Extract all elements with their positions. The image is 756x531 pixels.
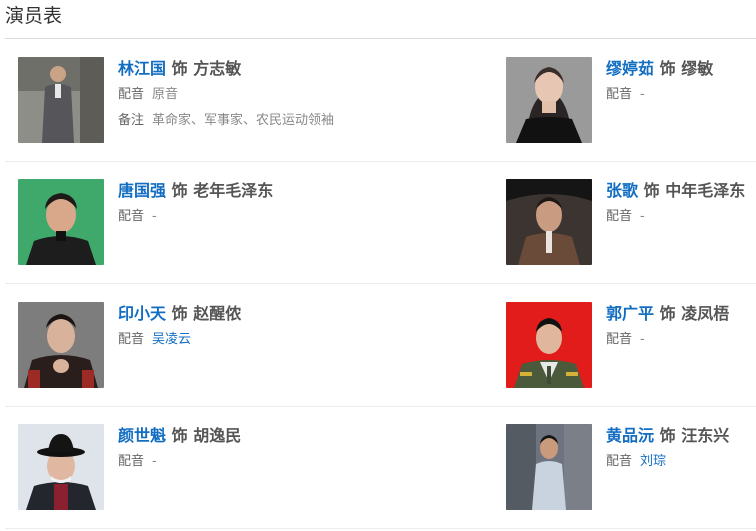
as-label: 饰	[659, 59, 676, 78]
row-divider	[5, 528, 756, 529]
dubbing-value: -	[152, 454, 157, 469]
role-name: 中年毛泽东	[665, 181, 746, 200]
dubbing-value: -	[640, 332, 645, 347]
dubbing-line: 配音 -	[118, 208, 408, 226]
actor-photo[interactable]	[506, 57, 592, 143]
dubbing-value: -	[152, 209, 157, 224]
dubbing-label: 配音	[118, 87, 145, 102]
dubbing-line: 配音 -	[606, 86, 756, 104]
dubbing-line: 配音 -	[606, 208, 756, 226]
dubbing-line: 配音 原音	[118, 86, 408, 104]
role-name: 老年毛泽东	[193, 181, 274, 200]
dubbing-line: 配音 吴凌云	[118, 331, 408, 349]
as-label: 饰	[171, 304, 188, 323]
actor-photo[interactable]	[506, 302, 592, 388]
actor-name-link[interactable]: 郭广平	[606, 304, 654, 323]
cast-card: 郭广平 饰 凌凤梧 配音 -	[506, 302, 756, 392]
as-label: 饰	[659, 304, 676, 323]
note-value: 革命家、军事家、农民运动领袖	[152, 113, 335, 128]
dubbing-label: 配音	[118, 332, 145, 347]
actor-photo[interactable]	[18, 57, 104, 143]
section-title: 演员表	[5, 5, 63, 27]
as-label: 饰	[171, 426, 188, 445]
role-name: 汪东兴	[681, 426, 730, 445]
cast-card: 颜世魁 饰 胡逸民 配音 -	[18, 424, 388, 514]
actor-name-link[interactable]: 林江国	[118, 59, 166, 78]
actor-photo[interactable]	[18, 179, 104, 265]
cast-card: 印小天 饰 赵醒侬 配音 吴凌云	[18, 302, 388, 392]
actor-photo[interactable]	[506, 179, 592, 265]
cast-card: 张歌 饰 中年毛泽东 配音 -	[506, 179, 756, 269]
as-label: 饰	[659, 426, 676, 445]
as-label: 饰	[171, 59, 188, 78]
title-divider	[5, 38, 756, 39]
note-label: 备注	[118, 113, 145, 128]
dubbing-value: -	[640, 209, 645, 224]
role-name: 缪敏	[681, 59, 714, 78]
dubbing-label: 配音	[606, 87, 633, 102]
actor-name-link[interactable]: 印小天	[118, 304, 166, 323]
dubbing-line: 配音 -	[606, 331, 756, 349]
actor-photo[interactable]	[18, 302, 104, 388]
dubbing-label: 配音	[118, 209, 145, 224]
role-name: 凌凤梧	[681, 304, 730, 323]
dubbing-line: 配音 刘琮	[606, 453, 756, 471]
row-divider	[5, 161, 756, 162]
dubbing-actor-link[interactable]: 刘琮	[640, 454, 666, 469]
dubbing-value: 原音	[152, 87, 179, 102]
role-name: 方志敏	[193, 59, 242, 78]
actor-name-link[interactable]: 缪婷茹	[606, 59, 654, 78]
dubbing-label: 配音	[606, 209, 633, 224]
dubbing-label: 配音	[606, 332, 633, 347]
actor-name-link[interactable]: 张歌	[606, 181, 638, 200]
role-name: 赵醒侬	[193, 304, 242, 323]
row-divider	[5, 283, 756, 284]
cast-card: 缪婷茹 饰 缪敏 配音 -	[506, 57, 756, 147]
note-line: 备注 革命家、军事家、农民运动领袖	[118, 112, 408, 130]
cast-card: 唐国强 饰 老年毛泽东 配音 -	[18, 179, 388, 269]
role-name: 胡逸民	[193, 426, 242, 445]
dubbing-value: -	[640, 87, 645, 102]
dubbing-label: 配音	[118, 454, 145, 469]
dubbing-label: 配音	[606, 454, 633, 469]
as-label: 饰	[643, 181, 660, 200]
cast-card: 黄品沅 饰 汪东兴 配音 刘琮	[506, 424, 756, 514]
row-divider	[5, 406, 756, 407]
cast-card: 林江国 饰 方志敏 配音 原音 备注 革命家、军事家、农民运动领袖	[18, 57, 388, 147]
actor-name-link[interactable]: 颜世魁	[118, 426, 166, 445]
actor-name-link[interactable]: 唐国强	[118, 181, 166, 200]
actor-photo[interactable]	[18, 424, 104, 510]
dubbing-actor-link[interactable]: 吴凌云	[152, 332, 191, 347]
as-label: 饰	[171, 181, 188, 200]
dubbing-line: 配音 -	[118, 453, 408, 471]
actor-photo[interactable]	[506, 424, 592, 510]
actor-name-link[interactable]: 黄品沅	[606, 426, 654, 445]
